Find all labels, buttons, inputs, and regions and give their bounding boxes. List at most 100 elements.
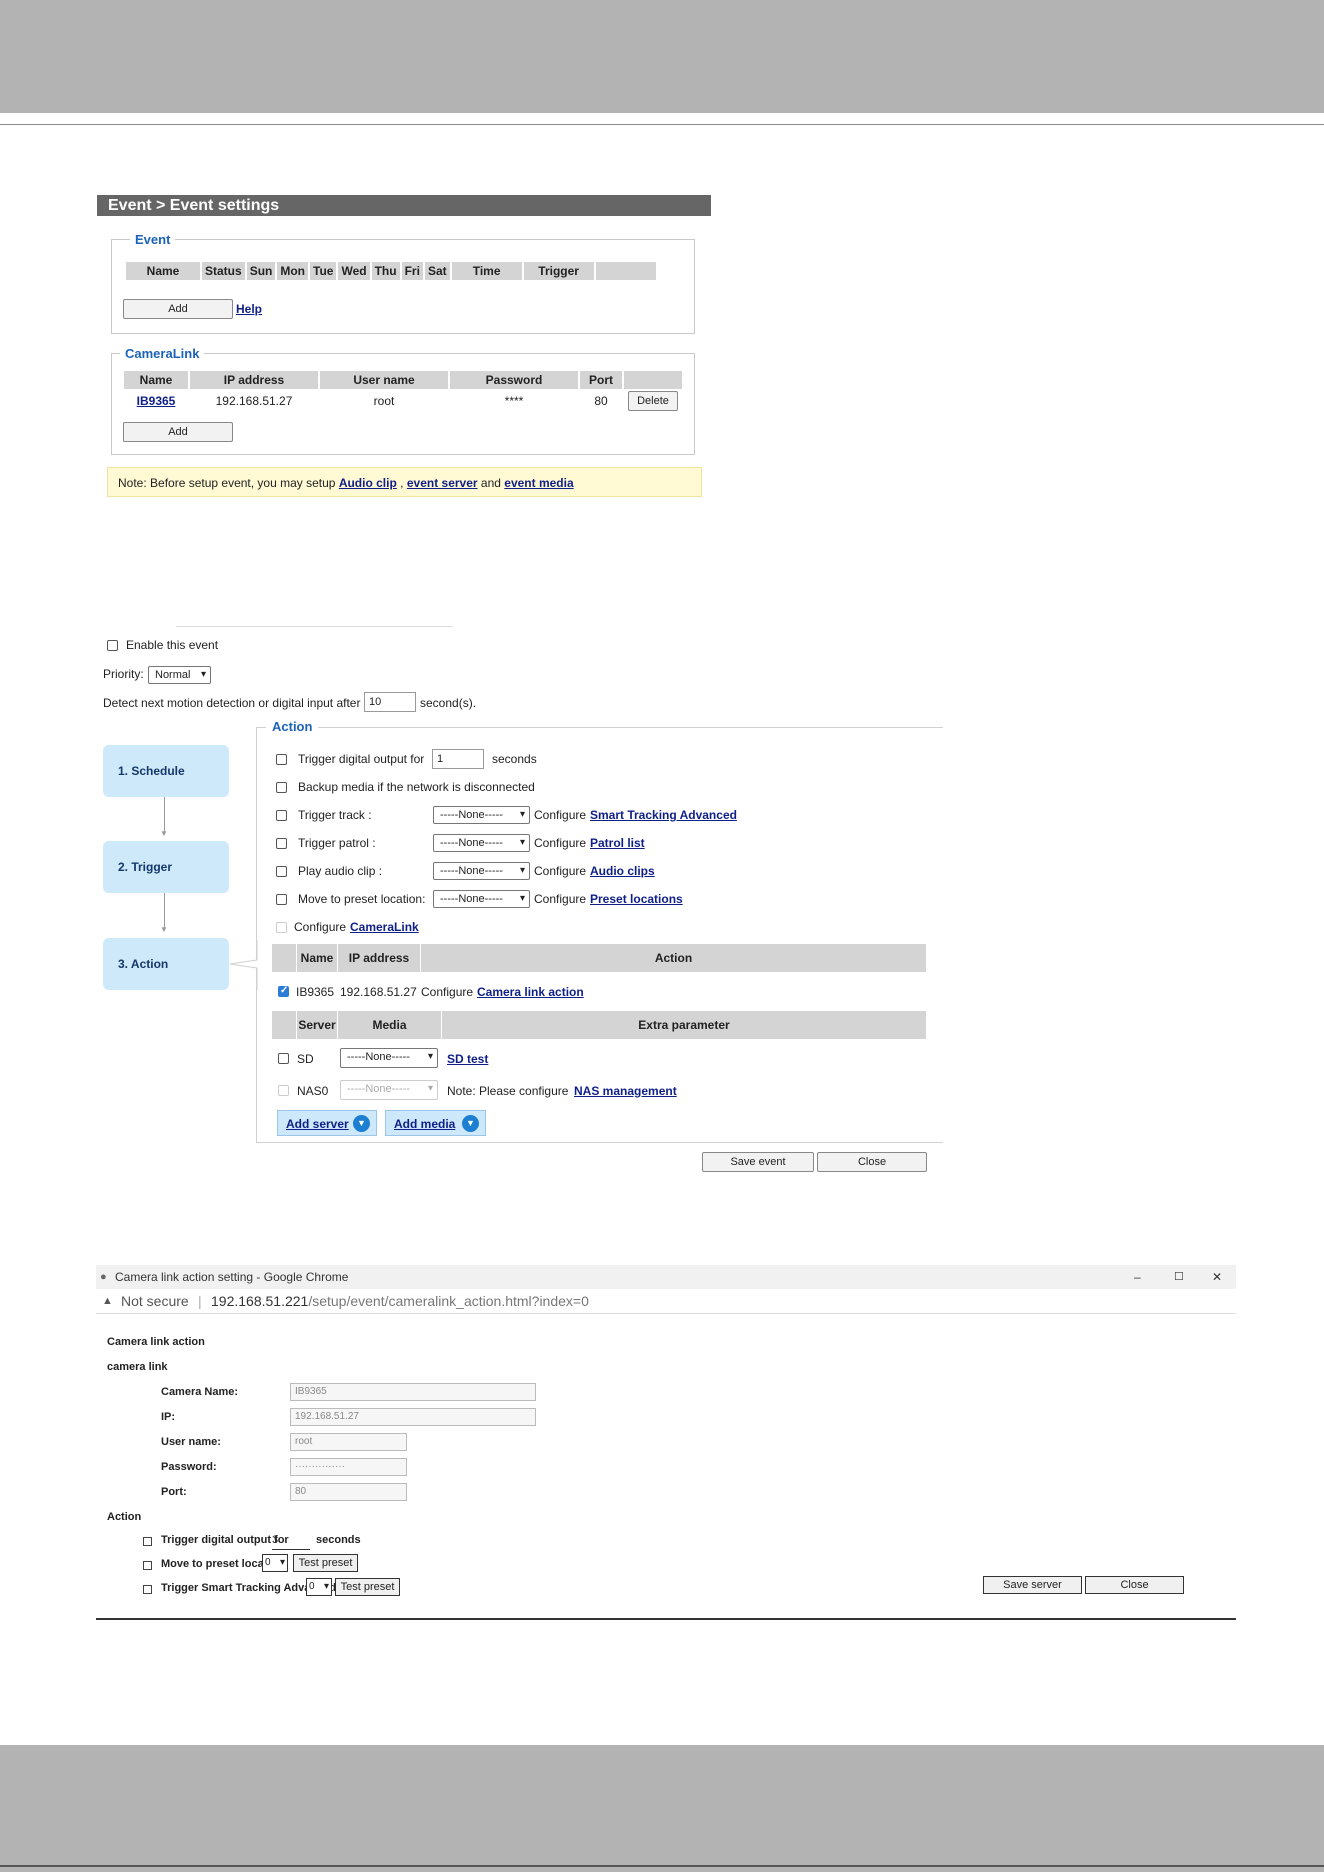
footer-rule (0, 1865, 1324, 1867)
nas0-media-select[interactable]: -----None----- ▾ (340, 1080, 438, 1100)
select-value: -----None----- (440, 893, 503, 905)
trigger-track-select[interactable]: -----None----- ▾ (433, 806, 530, 824)
popup-preset-select[interactable]: 0 ▾ (262, 1554, 288, 1572)
password-input[interactable]: ··············· (290, 1458, 407, 1476)
test-preset-button[interactable]: Test preset (335, 1578, 400, 1596)
close-icon[interactable]: ✕ (1212, 1265, 1222, 1289)
nas-note-text: Note: Please configure (447, 1084, 569, 1098)
audio-clip-label: Play audio clip : (298, 864, 383, 878)
url-host: 192.168.51.221 (211, 1293, 309, 1309)
port-input[interactable]: 80 (290, 1483, 407, 1501)
col-time: Time (451, 262, 522, 280)
sd-server-label: SD (297, 1052, 314, 1066)
smart-tracking-link[interactable]: Smart Tracking Advanced (590, 808, 737, 822)
event-media-link[interactable]: event media (504, 476, 573, 490)
nas0-checkbox[interactable] (278, 1085, 289, 1096)
detect-seconds-input[interactable]: 10 (364, 692, 416, 712)
cameralink-password: **** (504, 394, 524, 408)
digital-output-checkbox[interactable] (276, 754, 287, 765)
select-value: -----None----- (347, 1051, 410, 1063)
add-event-button[interactable]: Add (123, 299, 233, 319)
action-legend: Action (266, 719, 319, 734)
camera-name-input[interactable]: IB9365 (290, 1383, 536, 1401)
popup-digital-output-label: Trigger digital output for (161, 1534, 289, 1546)
audio-clip-select[interactable]: -----None----- ▾ (433, 862, 530, 880)
sd-test-link[interactable]: SD test (447, 1052, 488, 1066)
configure-cameralink-checkbox[interactable] (276, 922, 287, 933)
save-event-button[interactable]: Save event (702, 1152, 814, 1172)
minimize-icon[interactable]: – (1134, 1265, 1141, 1289)
cameralink-link[interactable]: CameraLink (350, 920, 419, 934)
popup-smart-tracking-select[interactable]: 0 ▾ (306, 1578, 332, 1596)
username-input[interactable]: root (290, 1433, 407, 1451)
test-preset-button[interactable]: Test preset (293, 1554, 358, 1572)
detect-label: Detect next motion detection or digital … (103, 696, 361, 710)
help-link[interactable]: Help (236, 302, 262, 316)
cameralink-row-checkbox[interactable] (278, 985, 289, 997)
col-fri: Fri (401, 262, 423, 280)
dropdown-icon: ▼ (462, 1115, 479, 1132)
add-server-button[interactable]: Add server ▼ (277, 1110, 377, 1136)
step-schedule[interactable]: 1. Schedule (103, 745, 229, 797)
popup-digital-output-input[interactable]: 3 (272, 1531, 310, 1550)
delete-button[interactable]: Delete (628, 391, 678, 411)
preset-location-select[interactable]: -----None----- ▾ (433, 890, 530, 908)
cameralink-name-link[interactable]: IB9365 (137, 394, 176, 408)
sd-checkbox[interactable] (278, 1053, 289, 1064)
col-sun: Sun (246, 262, 276, 280)
step-pointer (229, 940, 258, 990)
trigger-patrol-checkbox[interactable] (276, 838, 287, 849)
add-cameralink-button[interactable]: Add (123, 422, 233, 442)
digital-output-seconds[interactable]: 1 (432, 749, 484, 769)
close-event-button[interactable]: Close (817, 1152, 927, 1172)
action-section: Action (107, 1511, 142, 1523)
step-trigger[interactable]: 2. Trigger (103, 841, 229, 893)
preset-locations-link[interactable]: Preset locations (590, 892, 683, 906)
arrow-down-icon: ▼ (160, 925, 168, 934)
preset-location-checkbox[interactable] (276, 894, 287, 905)
cl-header-action: Action (421, 944, 926, 972)
popup-smart-tracking-checkbox[interactable] (143, 1585, 152, 1594)
add-media-button[interactable]: Add media ▼ (385, 1110, 486, 1136)
event-legend: Event (135, 232, 171, 247)
note-sep: , (400, 476, 404, 490)
priority-select[interactable]: Normal ▾ (148, 666, 211, 684)
breadcrumb: Event > Event settings (97, 195, 711, 216)
cl-row-name: IB9365 (296, 985, 335, 999)
chevron-down-icon: ▾ (519, 837, 525, 848)
enable-event-checkbox[interactable] (107, 640, 118, 651)
globe-icon: ● (100, 1271, 107, 1283)
cameralink-table: Name IP address User name Password Port … (122, 369, 684, 413)
divider (176, 626, 453, 627)
nas-management-link[interactable]: NAS management (574, 1084, 677, 1098)
cl-col-blank (624, 371, 682, 389)
audio-clip-link[interactable]: Audio clip (339, 476, 397, 490)
popup-preset-checkbox[interactable] (143, 1561, 152, 1570)
address-bar[interactable]: ▲ Not secure | 192.168.51.221/setup/even… (96, 1289, 1236, 1314)
camera-link-action-link[interactable]: Camera link action (477, 985, 584, 999)
window-title: Camera link action setting - Google Chro… (115, 1270, 349, 1284)
popup-bottom-border (96, 1618, 1236, 1620)
backup-media-checkbox[interactable] (276, 782, 287, 793)
select-value: -----None----- (440, 837, 503, 849)
patrol-list-link[interactable]: Patrol list (590, 836, 645, 850)
ip-input[interactable]: 192.168.51.27 (290, 1408, 536, 1426)
popup-digital-output-checkbox[interactable] (143, 1537, 152, 1546)
cl-col-ip: IP address (190, 371, 318, 389)
footer-band (0, 1745, 1324, 1872)
port-label: Port: (161, 1486, 187, 1498)
configure-text: Configure (534, 808, 587, 822)
enable-event-label: Enable this event (126, 638, 219, 652)
save-server-button[interactable]: Save server (983, 1576, 1082, 1594)
trigger-patrol-select[interactable]: -----None----- ▾ (433, 834, 530, 852)
trigger-track-checkbox[interactable] (276, 810, 287, 821)
event-server-link[interactable]: event server (407, 476, 478, 490)
step-action[interactable]: 3. Action (103, 938, 229, 990)
close-popup-button[interactable]: Close (1085, 1576, 1184, 1594)
maximize-icon[interactable]: ☐ (1174, 1265, 1184, 1289)
trigger-patrol-label: Trigger patrol : (298, 836, 376, 850)
audio-clips-link[interactable]: Audio clips (590, 864, 655, 878)
priority-value: Normal (155, 669, 191, 681)
audio-clip-checkbox[interactable] (276, 866, 287, 877)
sd-media-select[interactable]: -----None----- ▾ (340, 1048, 438, 1068)
